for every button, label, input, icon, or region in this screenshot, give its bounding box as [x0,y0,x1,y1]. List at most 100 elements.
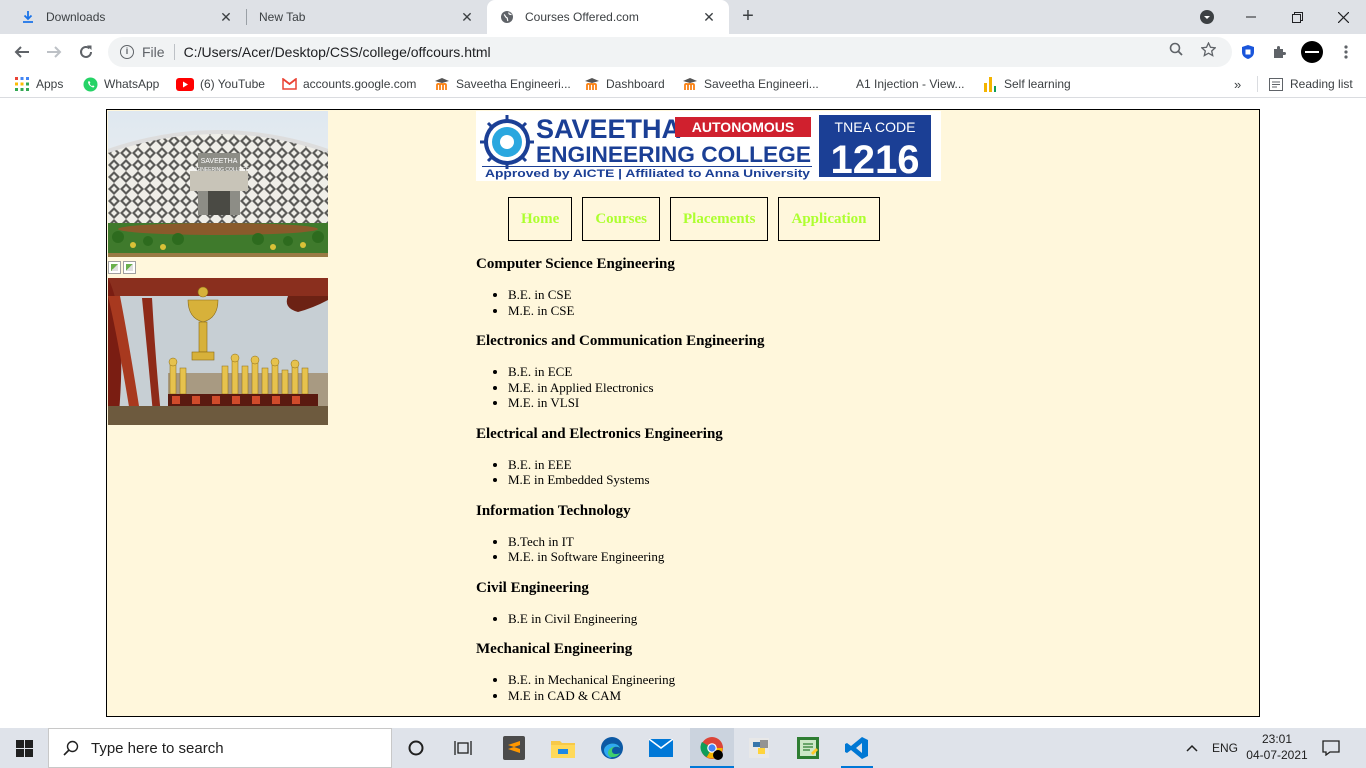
new-tab-button[interactable]: + [737,6,759,28]
close-icon [1337,11,1349,23]
python-icon [749,738,769,758]
chrome-icon [700,737,723,760]
chart-bars-icon [982,76,998,92]
department-heading: Electronics and Communication Engineerin… [476,333,765,349]
language-label: ENG [1212,741,1239,755]
nav-home-link[interactable]: Home [508,197,573,241]
tab-new-tab[interactable]: New Tab ✕ [247,0,487,34]
url-scheme: File [142,44,165,60]
restore-button[interactable] [1274,0,1320,34]
search-placeholder: Type here to search [91,739,224,757]
profile-avatar-button[interactable] [1298,38,1326,66]
back-button[interactable] [8,38,36,66]
vscode-app[interactable] [837,728,877,768]
forward-button[interactable] [40,38,68,66]
list-item: B.E. in Mechanical Engineering [508,672,1076,688]
bookmark-label: A1 Injection - View... [856,77,965,91]
notifications-button[interactable] [1322,728,1340,768]
divider [173,44,175,60]
bookmark-dashboard[interactable]: Dashboard [584,76,665,92]
reading-list-button[interactable]: Reading list [1257,76,1353,92]
nav-application-link[interactable]: Application [778,197,880,241]
mail-app[interactable] [641,728,681,768]
department-heading: Mechanical Engineering [476,641,633,657]
close-icon[interactable]: ✕ [459,9,475,25]
arrow-right-icon [47,46,62,58]
tab-search-button[interactable] [1184,0,1230,34]
department-heading: Electrical and Electronics Engineering [476,425,723,442]
department-heading: Information Technology [476,502,631,519]
bookmarks-bar: Apps WhatsApp (6) YouTube accounts.googl… [0,70,1366,98]
url-text[interactable]: C:/Users/Acer/Desktop/CSS/college/offcou… [184,44,491,60]
reload-button[interactable] [72,38,100,66]
bookmark-a1-injection[interactable]: A1 Injection - View... [834,76,965,92]
nav-courses-link[interactable]: Courses [582,197,660,241]
blank-page-icon [834,76,850,92]
course-list: B.E in Civil Engineering [508,611,1076,627]
sublime-text-icon [503,736,525,760]
bookmark-label: Saveetha Engineeri... [456,77,571,91]
bookmark-google-accounts[interactable]: accounts.google.com [281,76,416,92]
edge-browser-app[interactable] [592,728,632,768]
minimize-icon [1246,16,1256,18]
bookmark-label: Apps [36,77,64,91]
reading-list-icon [1268,76,1284,92]
menu-button[interactable] [1332,38,1360,66]
taskbar-search-input[interactable]: Type here to search [48,728,392,768]
course-listing: Computer Science Engineering B.E. in CSE… [476,255,1076,717]
zoom-icon[interactable] [1168,41,1184,57]
bookmark-star-icon[interactable] [1200,41,1216,57]
clock-time: 23:01 [1261,732,1293,746]
extension-shield-button[interactable] [1234,38,1262,66]
sublime-text-app[interactable] [494,728,534,768]
edge-icon [601,737,623,759]
file-explorer-app[interactable] [543,728,583,768]
close-window-button[interactable] [1320,0,1366,34]
extensions-button[interactable] [1266,38,1294,66]
cortana-circle-icon [408,740,424,756]
tab-downloads[interactable]: Downloads ✕ [0,0,246,34]
download-icon [20,9,36,25]
arrow-left-icon [14,46,29,58]
page-container: SAVEETHA ENGINEERING COLLEGE SAVEETHA AU… [106,109,1260,717]
windows-taskbar: Type here to search ENG 23:01 04-07-2021 [0,728,1366,768]
bookmark-youtube[interactable]: (6) YouTube [176,76,265,92]
close-icon[interactable]: ✕ [218,9,234,25]
apps-grid-icon [14,76,30,92]
notepad-icon [797,737,819,759]
moodle-icon [434,76,450,92]
nav-placements-link[interactable]: Placements [670,197,769,241]
bookmark-saveetha-2[interactable]: Saveetha Engineeri... [682,76,819,92]
restore-icon [1291,11,1303,23]
python-app[interactable] [739,728,779,768]
svg-text:ENGINEERING COLLEGE: ENGINEERING COLLEGE [189,167,250,173]
bookmark-apps[interactable]: Apps [14,76,63,92]
notepad-app[interactable] [788,728,828,768]
info-icon[interactable]: i [120,45,134,59]
language-indicator[interactable]: ENG [1212,728,1238,768]
bookmark-self-learning[interactable]: Self learning [982,76,1071,92]
more-bookmarks-button[interactable]: » [1234,76,1241,92]
tab-title: New Tab [259,10,306,24]
close-icon[interactable]: ✕ [701,9,717,25]
cortana-button[interactable] [396,728,436,768]
tray-overflow-button[interactable] [1186,728,1198,768]
tnea-code: 1216 [831,138,920,181]
task-view-button[interactable] [443,728,483,768]
broken-image-icon [123,261,136,274]
bookmark-whatsapp[interactable]: WhatsApp [82,76,159,92]
bookmark-saveetha-1[interactable]: Saveetha Engineeri... [434,76,571,92]
campus-photo: SAVEETHA ENGINEERING COLLEGE [108,111,328,257]
department-heading: Civil Engineering [476,579,589,596]
minimize-button[interactable] [1228,0,1274,34]
chrome-app[interactable] [690,728,734,768]
list-item: B.Tech in IT [508,534,1076,550]
system-clock[interactable]: 23:01 04-07-2021 [1246,731,1308,763]
youtube-icon [176,76,194,92]
tab-courses-offered[interactable]: Courses Offered.com ✕ [487,0,729,34]
svg-text:SAVEETHA: SAVEETHA [201,158,238,165]
list-item: M.E. in VLSI [508,395,1076,411]
start-button[interactable] [0,728,48,768]
address-bar[interactable]: i File C:/Users/Acer/Desktop/CSS/college… [108,37,1232,67]
bookmark-label: Self learning [1004,77,1071,91]
